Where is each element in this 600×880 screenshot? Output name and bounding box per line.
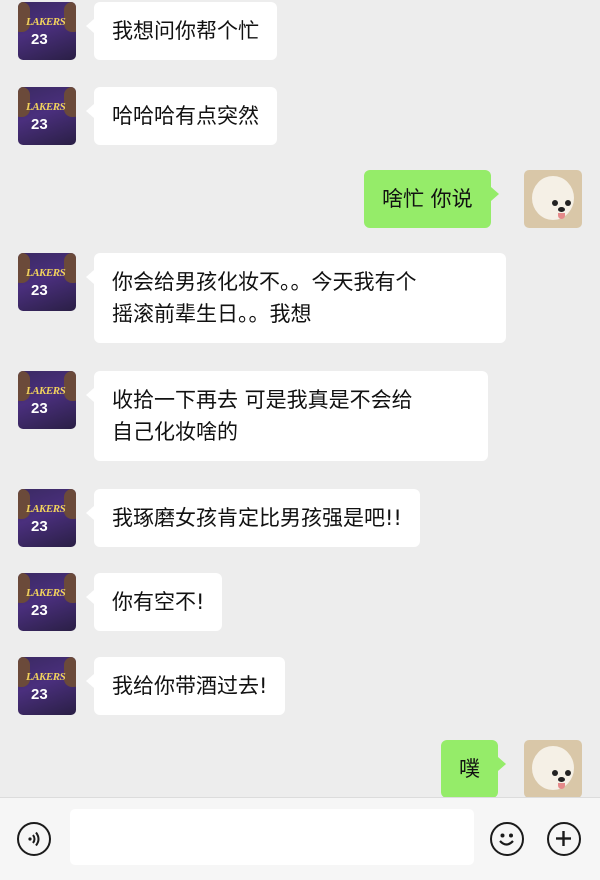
lakers-23-avatar[interactable]: LAKERS 23	[18, 87, 76, 145]
message-text: 啥忙 你说	[382, 187, 473, 211]
avatar-team-text: LAKERS	[26, 587, 66, 599]
emoji-icon[interactable]	[490, 822, 524, 856]
lakers-23-avatar[interactable]: LAKERS 23	[18, 253, 76, 311]
message-text: 摇滚前辈生日。。我想	[112, 302, 312, 326]
lakers-23-avatar[interactable]: LAKERS 23	[18, 2, 76, 60]
lakers-23-avatar[interactable]: LAKERS 23	[18, 371, 76, 429]
plus-icon[interactable]	[547, 822, 581, 856]
avatar-number-text: 23	[31, 282, 48, 299]
message-text: 收拾一下再去 可是我真是不会给	[112, 388, 413, 412]
message-input[interactable]	[70, 809, 474, 865]
message-bubble-incoming[interactable]: 哈哈哈有点突然	[86, 87, 277, 145]
avatar-team-text: LAKERS	[26, 267, 66, 279]
message-bubble-outgoing[interactable]: 啥忙 你说	[364, 170, 499, 228]
lakers-23-avatar[interactable]: LAKERS 23	[18, 573, 76, 631]
message-text: 噗	[459, 757, 480, 781]
avatar-number-text: 23	[31, 602, 48, 619]
message-text: 自己化妆啥的	[112, 420, 238, 444]
avatar-team-text: LAKERS	[26, 385, 66, 397]
message-text: 我给你带酒过去!	[112, 674, 268, 698]
message-text: 你有空不!	[112, 590, 205, 614]
avatar-team-text: LAKERS	[26, 503, 66, 515]
message-bubble-incoming[interactable]: 你有空不!	[85, 573, 223, 631]
avatar-number-text: 23	[31, 116, 48, 133]
message-bubble-incoming[interactable]: 我想问你帮个忙	[86, 2, 277, 60]
avatar-number-text: 23	[31, 686, 48, 703]
white-dog-avatar[interactable]	[524, 170, 582, 228]
message-bubble-outgoing[interactable]: 噗	[441, 740, 506, 797]
white-dog-avatar[interactable]	[524, 740, 582, 797]
message-text: 你会给男孩化妆不。。今天我有个	[112, 270, 417, 294]
avatar-team-text: LAKERS	[26, 101, 66, 113]
message-bubble-incoming[interactable]: 收拾一下再去 可是我真是不会给 自己化妆啥的	[86, 371, 488, 461]
message-text: 哈哈哈有点突然	[112, 104, 259, 128]
message-text: 我琢磨女孩肯定比男孩强是吧!!	[112, 506, 402, 530]
message-bubble-incoming[interactable]: 你会给男孩化妆不。。今天我有个 摇滚前辈生日。。我想	[86, 253, 506, 343]
chat-history: LAKERS 23 我想问你帮个忙 LAKERS 23 哈哈哈有点突然 啥忙 你…	[0, 0, 600, 797]
voice-icon[interactable]	[17, 822, 51, 856]
message-bubble-incoming[interactable]: 我给你带酒过去!	[85, 657, 286, 715]
avatar-number-text: 23	[31, 518, 48, 535]
lakers-23-avatar[interactable]: LAKERS 23	[18, 657, 76, 715]
input-bar	[0, 797, 600, 880]
lakers-23-avatar[interactable]: LAKERS 23	[18, 489, 76, 547]
avatar-number-text: 23	[31, 31, 48, 48]
avatar-team-text: LAKERS	[26, 671, 66, 683]
avatar-team-text: LAKERS	[26, 16, 66, 28]
message-text: 我想问你帮个忙	[112, 19, 259, 43]
avatar-number-text: 23	[31, 400, 48, 417]
message-bubble-incoming[interactable]: 我琢磨女孩肯定比男孩强是吧!!	[86, 489, 420, 547]
